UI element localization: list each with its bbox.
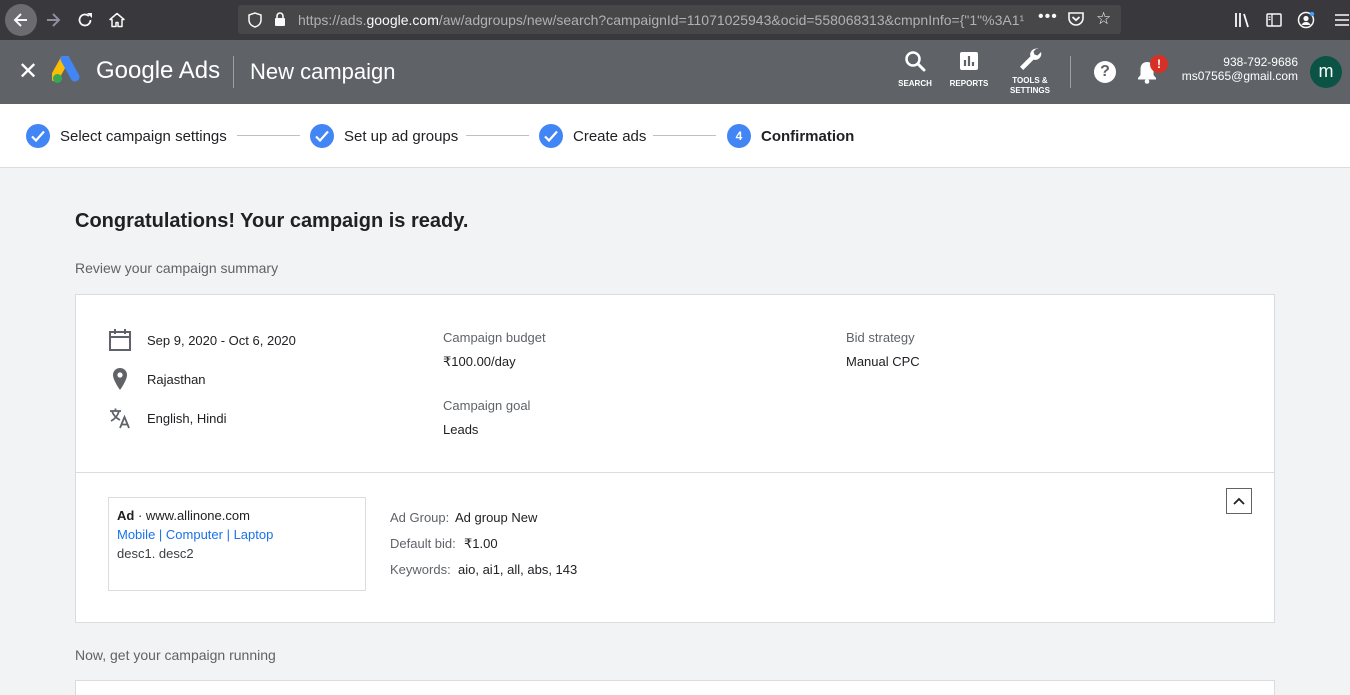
reports-icon	[960, 52, 978, 70]
keywords-value: aio, ai1, all, abs, 143	[458, 562, 578, 577]
header-divider	[233, 56, 234, 88]
account-icon[interactable]	[1294, 0, 1318, 40]
tools-settings-label-line2: SETTINGS	[1009, 86, 1050, 95]
ad-group-label: Ad Group:	[390, 510, 450, 525]
review-subheading: Review your campaign summary	[75, 260, 279, 276]
reports-tool-label: REPORTS	[949, 79, 989, 88]
keywords-label: Keywords:	[390, 562, 451, 577]
url-bar[interactable]: https://ads.google.com/aw/adgroups/new/s…	[238, 5, 1121, 34]
reports-tool[interactable]: REPORTS	[946, 50, 992, 89]
brand-name: Google Ads	[96, 57, 221, 84]
tools-settings-label-line1: TOOLS &	[1012, 76, 1048, 85]
forward-icon[interactable]	[37, 4, 69, 36]
wrench-icon	[1020, 48, 1042, 70]
step-label: Select campaign settings	[60, 127, 227, 145]
next-steps-card	[75, 680, 1275, 695]
step-label: Set up ad groups	[344, 127, 459, 145]
budget-value: ₹100.00/day	[443, 354, 516, 369]
check-icon	[539, 124, 563, 148]
menu-icon[interactable]	[1334, 0, 1350, 40]
tools-settings-tool[interactable]: TOOLS & SETTINGS	[1008, 45, 1052, 96]
step-set-up-ad-groups[interactable]: Set up ad groups	[310, 124, 458, 148]
search-tool-label: SEARCH	[898, 79, 932, 88]
step-create-ads[interactable]: Create ads	[539, 124, 646, 148]
card-divider	[76, 472, 1274, 473]
dates-value: Sep 9, 2020 - Oct 6, 2020	[147, 332, 296, 348]
lock-icon[interactable]	[274, 12, 286, 32]
shield-icon[interactable]	[248, 12, 262, 33]
next-steps-heading: Now, get your campaign running	[75, 647, 276, 663]
close-icon[interactable]: ✕	[16, 58, 40, 86]
step-confirmation[interactable]: 4 Confirmation	[727, 124, 854, 148]
back-icon[interactable]	[5, 4, 37, 36]
location-pin-icon	[113, 368, 127, 390]
ad-label: Ad	[117, 508, 135, 523]
pocket-icon[interactable]	[1068, 11, 1084, 31]
page-actions-icon[interactable]: •••	[1038, 8, 1058, 26]
step-label: Confirmation	[761, 127, 855, 145]
reload-icon[interactable]	[69, 4, 101, 36]
summary-location: Rajasthan	[108, 367, 206, 391]
translate-icon	[110, 408, 130, 429]
notification-badge[interactable]: !	[1150, 55, 1168, 73]
location-value: Rajasthan	[147, 371, 206, 387]
campaign-stepper: Select campaign settings Set up ad group…	[0, 104, 1350, 168]
chevron-up-icon	[1233, 497, 1245, 505]
check-icon	[26, 124, 50, 148]
ad-preview: Ad · www.allinone.com Mobile | Computer …	[108, 497, 366, 591]
ads-header: ✕ Google Ads New campaign SEARCH REPORTS…	[0, 40, 1350, 104]
ad-display-url: · www.allinone.com	[134, 508, 250, 523]
languages-value: English, Hindi	[147, 410, 227, 426]
step-label: Create ads	[573, 127, 647, 145]
account-email: ms07565@gmail.com	[1181, 69, 1298, 83]
step-connector	[237, 135, 300, 136]
summary-languages: English, Hindi	[108, 406, 227, 430]
check-icon	[310, 124, 334, 148]
sidebar-icon[interactable]	[1262, 0, 1286, 40]
summary-dates: Sep 9, 2020 - Oct 6, 2020	[108, 328, 296, 352]
default-bid-value: ₹1.00	[464, 536, 498, 551]
goal-label: Campaign goal	[443, 398, 531, 413]
bid-strategy-value: Manual CPC	[846, 354, 920, 369]
campaign-summary-card: Sep 9, 2020 - Oct 6, 2020 Rajasthan Engl…	[75, 294, 1275, 623]
browser-toolbar: https://ads.google.com/aw/adgroups/new/s…	[0, 0, 1350, 40]
search-icon	[905, 51, 926, 72]
step-connector	[653, 135, 716, 136]
library-icon[interactable]	[1230, 0, 1256, 40]
page-heading: Congratulations! Your campaign is ready.	[75, 210, 469, 232]
calendar-icon	[109, 329, 131, 351]
ad-display-line: Ad · www.allinone.com	[117, 506, 357, 525]
collapse-button[interactable]	[1226, 488, 1252, 514]
google-ads-logo[interactable]	[50, 54, 84, 86]
header-separator	[1070, 56, 1071, 88]
help-icon[interactable]: ?	[1094, 61, 1116, 83]
step-number: 4	[727, 124, 751, 148]
bookmark-star-icon[interactable]: ☆	[1096, 9, 1111, 29]
ad-group-value: Ad group New	[455, 510, 538, 525]
ad-description: desc1. desc2	[117, 546, 194, 561]
default-bid-label: Default bid:	[390, 536, 456, 551]
account-info[interactable]: 938-792-9686 ms07565@gmail.com	[1182, 55, 1298, 83]
home-icon[interactable]	[101, 4, 133, 36]
step-connector	[466, 135, 529, 136]
page-title: New campaign	[250, 59, 396, 84]
ad-headline[interactable]: Mobile | Computer | Laptop	[117, 525, 357, 544]
url-text[interactable]: https://ads.google.com/aw/adgroups/new/s…	[298, 12, 1033, 28]
budget-label: Campaign budget	[443, 330, 546, 345]
step-select-campaign-settings[interactable]: Select campaign settings	[26, 124, 227, 148]
avatar[interactable]: m	[1310, 56, 1342, 88]
goal-value: Leads	[443, 422, 479, 437]
search-tool[interactable]: SEARCH	[898, 50, 932, 89]
account-phone: 938-792-9686	[1223, 55, 1298, 69]
bid-strategy-label: Bid strategy	[846, 330, 915, 345]
